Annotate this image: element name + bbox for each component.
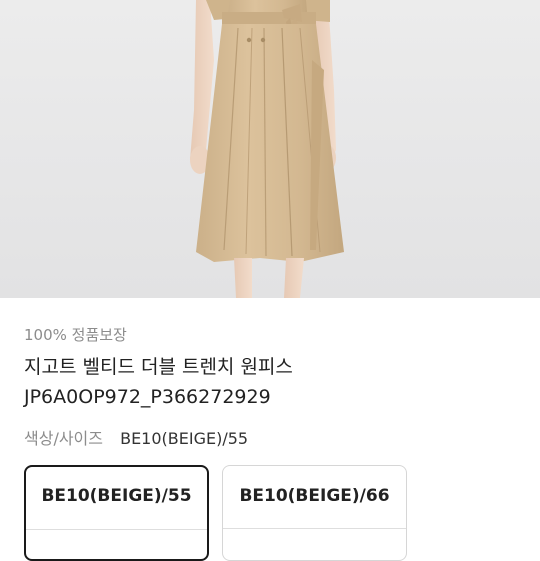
button-divider [223,528,406,529]
size-option-button-66[interactable]: BE10(BEIGE)/66 [222,465,407,561]
size-option-button-55[interactable]: BE10(BEIGE)/55 [24,465,209,561]
size-option-label: BE10(BEIGE)/66 [239,486,390,506]
button-divider [26,529,207,530]
option-summary: 색상/사이즈 BE10(BEIGE)/55 [24,428,248,450]
option-label: 색상/사이즈 [24,429,103,448]
option-selected-value: BE10(BEIGE)/55 [120,429,249,448]
product-photo[interactable] [0,0,540,298]
product-name: 지고트 벨티드 더블 트렌치 원피스 [24,356,293,378]
dress-model-image [190,0,344,298]
size-option-label: BE10(BEIGE)/55 [41,486,192,506]
authenticity-guarantee: 100% 정품보장 [24,326,127,344]
product-code: JP6A0OP972_P366272929 [24,386,271,408]
